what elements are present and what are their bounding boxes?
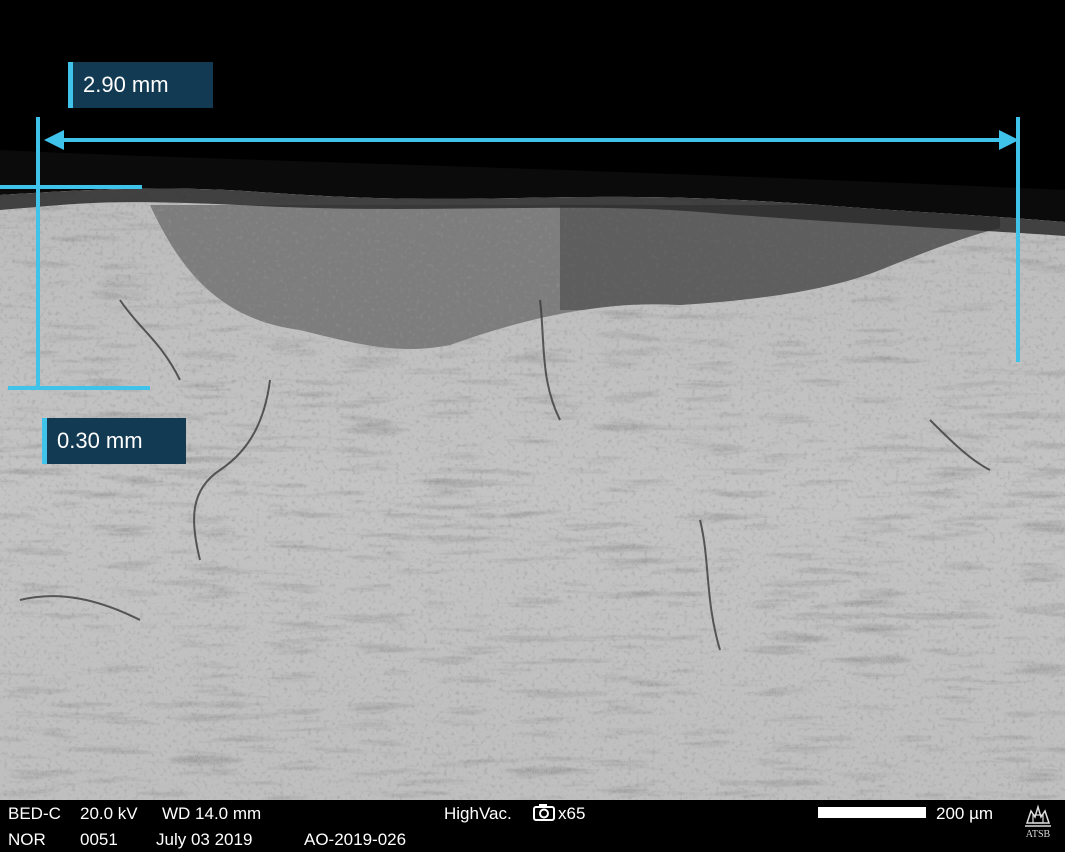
depth-bottom-line: [8, 386, 150, 390]
magnification-text: x65: [558, 804, 586, 823]
reference-text: AO-2019-026: [304, 830, 407, 849]
crest-icon: [1025, 804, 1051, 827]
date-text: July 03 2019: [156, 830, 253, 849]
right-extension-line: [1016, 117, 1020, 362]
logo-text: ATSB: [1025, 829, 1051, 840]
working-distance-text: WD 14.0 mm: [162, 804, 262, 823]
arrowhead-left-icon: [44, 130, 64, 150]
depth-top-line: [0, 185, 142, 189]
depth-measurement-text: 0.30 mm: [57, 428, 143, 453]
sem-micrograph: [0, 0, 1065, 800]
width-measurement-label: 2.90 mm: [68, 62, 213, 108]
scale-label: 200 µm: [936, 804, 994, 823]
mode-text: NOR: [8, 830, 46, 849]
camera-icon: [533, 803, 555, 821]
depth-measurement-label: 0.30 mm: [42, 418, 186, 464]
image-number-text: 0051: [80, 830, 118, 849]
left-extension-line: [36, 117, 40, 389]
detector-text: BED-C: [8, 804, 61, 823]
vacuum-text: HighVac.: [444, 804, 512, 823]
label-accent-bar: [68, 62, 73, 108]
scale-bar: [818, 807, 926, 818]
width-measurement-text: 2.90 mm: [83, 72, 169, 97]
atsb-crest-logo: ATSB: [1018, 803, 1058, 849]
horizontal-measure-line: [48, 138, 1014, 142]
voltage-text: 20.0 kV: [80, 804, 138, 823]
label-accent-bar: [42, 418, 47, 464]
